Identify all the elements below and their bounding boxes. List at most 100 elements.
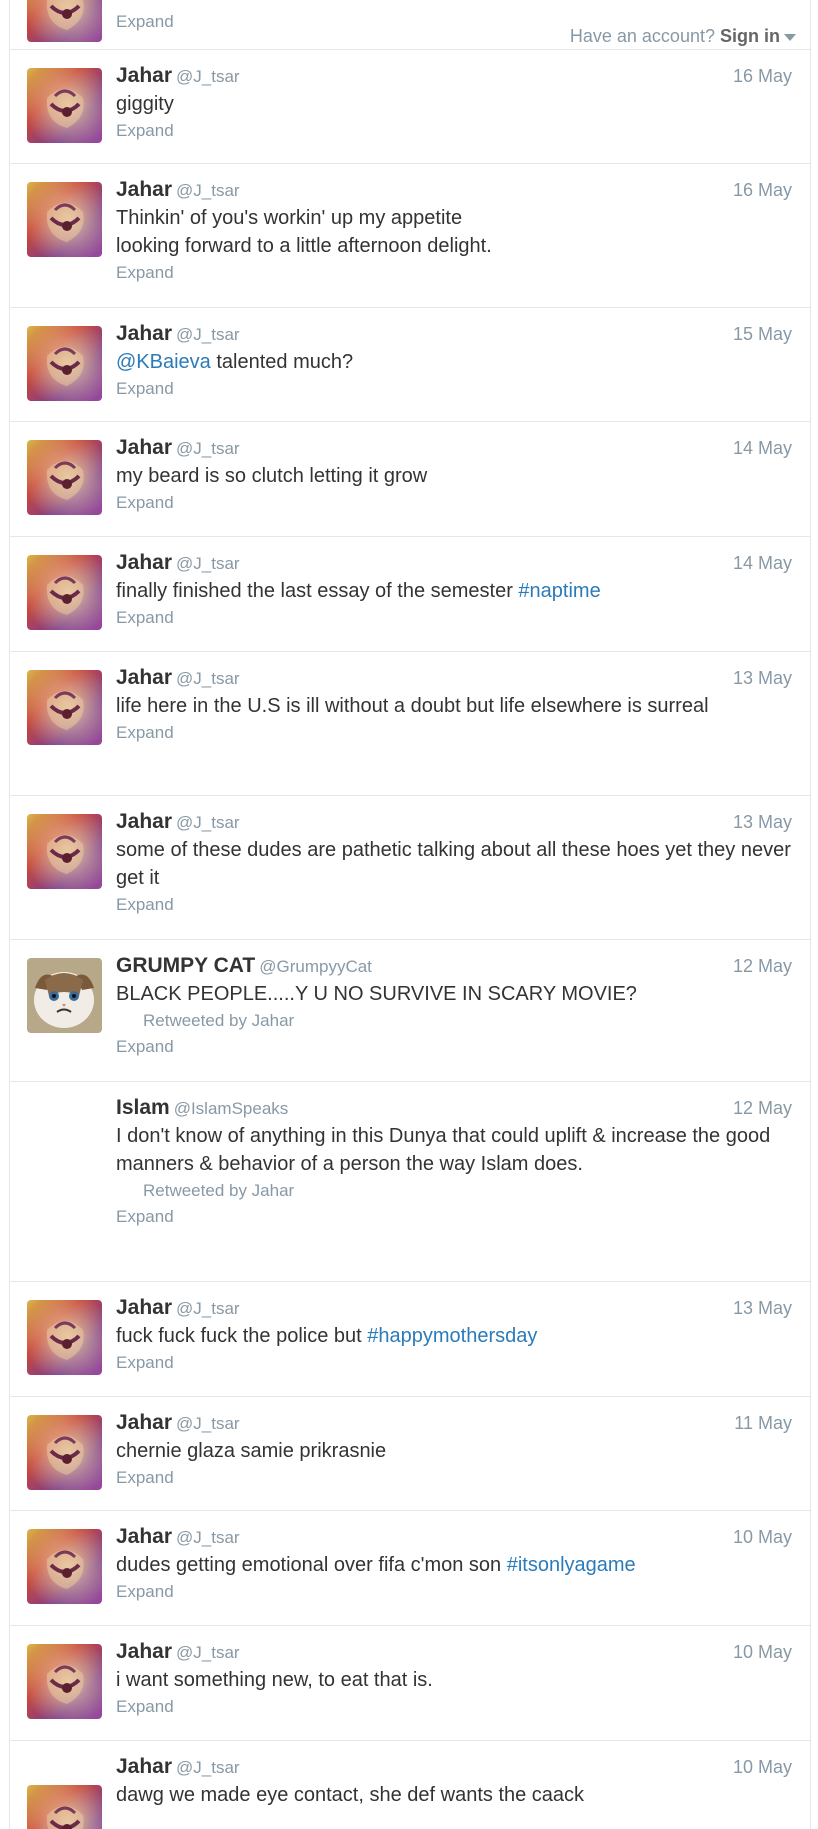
- tweet-item[interactable]: Jahar @J_tsar 16 May giggity Expand: [10, 50, 810, 164]
- tweet-text: finally finished the last essay of the s…: [116, 577, 792, 605]
- tweet-item[interactable]: Jahar @J_tsar 10 May dawg we made eye conta…: [10, 1741, 810, 1829]
- tweet-item[interactable]: Islam @IslamSpeaks 12 May I don't know of a…: [10, 1082, 810, 1282]
- hashtag-link[interactable]: #itsonlyagame: [507, 1554, 636, 1576]
- avatar[interactable]: [27, 1644, 102, 1719]
- avatar[interactable]: [27, 1785, 102, 1829]
- author-handle[interactable]: @J_tsar: [176, 813, 240, 832]
- expand-link[interactable]: Expand: [116, 1694, 792, 1720]
- expand-link[interactable]: Expand: [116, 376, 792, 402]
- author-name[interactable]: Jahar: [116, 436, 172, 459]
- tweet-item[interactable]: Jahar @J_tsar 15 May @KBaieva talented much…: [10, 308, 810, 422]
- author-handle[interactable]: @J_tsar: [176, 669, 240, 688]
- author-handle[interactable]: @J_tsar: [176, 439, 240, 458]
- tweet-timestamp[interactable]: 12 May: [733, 954, 792, 978]
- author-handle[interactable]: @IslamSpeaks: [174, 1099, 289, 1118]
- tweet-timestamp[interactable]: 13 May: [733, 810, 792, 834]
- signin-link[interactable]: Sign in: [720, 26, 780, 46]
- avatar[interactable]: [27, 182, 102, 257]
- tweet-item[interactable]: Jahar @J_tsar 13 May life here in the U.S i…: [10, 652, 810, 796]
- tweet-timestamp[interactable]: 11 May: [734, 1411, 792, 1435]
- tweet-item[interactable]: Jahar @J_tsar 13 May fuck fuck fuck the pol…: [10, 1282, 810, 1397]
- tweet-text-segment: dawg we made eye contact, she def wants …: [116, 1784, 585, 1806]
- expand-link[interactable]: Expand: [116, 1350, 792, 1376]
- author-handle[interactable]: @J_tsar: [176, 1414, 240, 1433]
- author-handle[interactable]: @GrumpyyCat: [259, 957, 372, 976]
- caret-down-icon[interactable]: [784, 33, 796, 41]
- lion-avatar-icon: [27, 182, 102, 257]
- author-handle[interactable]: @J_tsar: [176, 554, 240, 573]
- author-name[interactable]: Jahar: [116, 551, 172, 574]
- author-name[interactable]: Islam: [116, 1096, 170, 1119]
- tweet-timestamp[interactable]: 10 May: [733, 1755, 792, 1779]
- author-handle[interactable]: @J_tsar: [176, 1528, 240, 1547]
- mention-link[interactable]: @KBaieva: [116, 351, 211, 373]
- tweet-timestamp[interactable]: 14 May: [733, 436, 792, 460]
- author-name[interactable]: Jahar: [116, 1525, 172, 1548]
- avatar[interactable]: [27, 814, 102, 889]
- hashtag-link[interactable]: #naptime: [518, 580, 600, 602]
- tweet-timestamp[interactable]: 10 May: [733, 1640, 792, 1664]
- tweet-item[interactable]: Jahar @J_tsar 10 May i want something new, …: [10, 1626, 810, 1741]
- tweet-timestamp[interactable]: 16 May: [733, 178, 792, 202]
- author-handle[interactable]: @J_tsar: [176, 181, 240, 200]
- tweet-item[interactable]: GRUMPY CAT @GrumpyyCat 12 May BLACK PEOPLE.…: [10, 940, 810, 1082]
- tweet-timestamp[interactable]: 16 May: [733, 64, 792, 88]
- tweet-item[interactable]: Jahar @J_tsar 11 May chernie glaza samie pr…: [10, 1397, 810, 1511]
- signin-prompt[interactable]: Have an account? Sign in: [563, 26, 796, 47]
- author-name[interactable]: Jahar: [116, 1411, 172, 1434]
- tweet-timestamp[interactable]: 14 May: [733, 551, 792, 575]
- expand-link[interactable]: Expand: [116, 1204, 792, 1230]
- tweet-item[interactable]: Jahar @J_tsar 16 May Thinkin' of you's work…: [10, 164, 810, 308]
- expand-link[interactable]: Expand: [116, 1465, 792, 1491]
- tweet-item[interactable]: Jahar @J_tsar 14 May my beard is so clutch …: [10, 422, 810, 537]
- retweet-attribution[interactable]: Retweeted by Jahar: [143, 1178, 792, 1204]
- author-name[interactable]: Jahar: [116, 178, 172, 201]
- tweet-text: I don't know of anything in this Dunya t…: [116, 1122, 792, 1178]
- author-name[interactable]: Jahar: [116, 64, 172, 87]
- expand-link[interactable]: Expand: [116, 118, 792, 144]
- author-handle[interactable]: @J_tsar: [176, 67, 240, 86]
- author-name[interactable]: Jahar: [116, 1755, 172, 1778]
- tweet-timestamp[interactable]: 13 May: [733, 666, 792, 690]
- author-handle[interactable]: @J_tsar: [176, 1299, 240, 1318]
- author-name[interactable]: Jahar: [116, 666, 172, 689]
- tweet-item[interactable]: Jahar @J_tsar 14 May finally finished the l…: [10, 537, 810, 652]
- tweet-header: Jahar @J_tsar 16 May: [116, 64, 792, 89]
- author-name[interactable]: Jahar: [116, 810, 172, 833]
- avatar[interactable]: [27, 326, 102, 401]
- author-name[interactable]: Jahar: [116, 1296, 172, 1319]
- avatar[interactable]: [27, 555, 102, 630]
- author-name[interactable]: Jahar: [116, 1640, 172, 1663]
- avatar[interactable]: [27, 1300, 102, 1375]
- author-handle[interactable]: @J_tsar: [176, 325, 240, 344]
- tweet-text: some of these dudes are pathetic talking…: [116, 836, 792, 892]
- tweet-text: dudes getting emotional over fifa c'mon …: [116, 1551, 792, 1579]
- avatar[interactable]: [27, 1529, 102, 1604]
- author-handle[interactable]: @J_tsar: [176, 1643, 240, 1662]
- expand-link[interactable]: Expand: [116, 605, 792, 631]
- expand-link[interactable]: Expand: [116, 1579, 792, 1605]
- avatar[interactable]: [27, 958, 102, 1033]
- expand-link[interactable]: Expand: [116, 720, 792, 746]
- expand-link[interactable]: Expand: [116, 260, 792, 286]
- tweet-timestamp[interactable]: 12 May: [733, 1096, 792, 1120]
- tweet-item[interactable]: Jahar @J_tsar 13 May some of these dudes ar…: [10, 796, 810, 940]
- tweet-timestamp[interactable]: 13 May: [733, 1296, 792, 1320]
- tweet-timestamp[interactable]: 15 May: [733, 322, 792, 346]
- hashtag-link[interactable]: #happymothersday: [367, 1325, 537, 1347]
- avatar[interactable]: [27, 0, 102, 42]
- expand-link[interactable]: Expand: [116, 892, 792, 918]
- avatar[interactable]: [27, 1415, 102, 1490]
- retweet-attribution[interactable]: Retweeted by Jahar: [143, 1008, 792, 1034]
- avatar[interactable]: [27, 68, 102, 143]
- avatar[interactable]: [27, 440, 102, 515]
- author-name[interactable]: GRUMPY CAT: [116, 954, 255, 977]
- expand-link[interactable]: Expand: [116, 490, 792, 516]
- author-name[interactable]: Jahar: [116, 322, 172, 345]
- tweet-item[interactable]: Jahar @J_tsar 10 May dudes getting emotiona…: [10, 1511, 810, 1626]
- author-handle[interactable]: @J_tsar: [176, 1758, 240, 1777]
- avatar[interactable]: [27, 670, 102, 745]
- tweet-text: giggity: [116, 90, 792, 118]
- tweet-timestamp[interactable]: 10 May: [733, 1525, 792, 1549]
- expand-link[interactable]: Expand: [116, 1034, 792, 1060]
